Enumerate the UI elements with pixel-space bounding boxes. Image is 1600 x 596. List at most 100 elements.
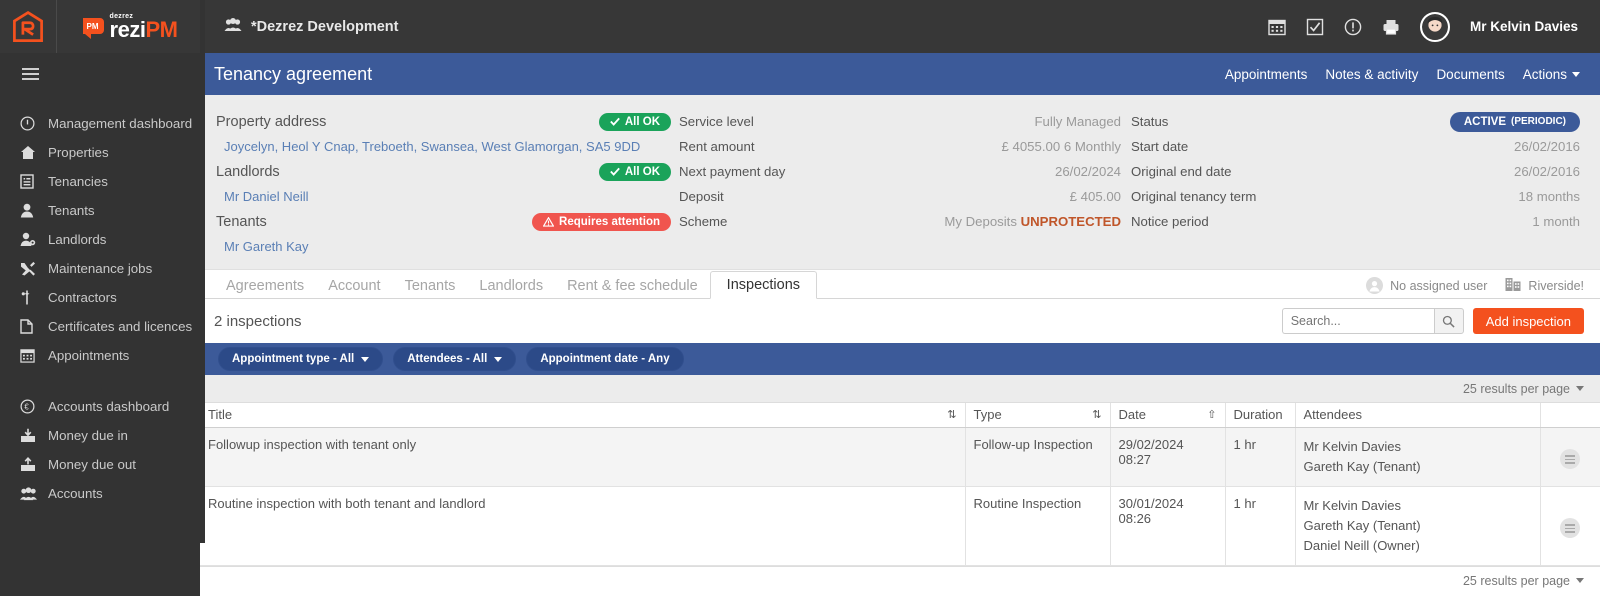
assigned-user[interactable]: No assigned user <box>1366 277 1487 294</box>
summary-column-status: Status ACTIVE (PERIODIC) Start date 26/02… <box>1121 109 1580 259</box>
service-level-label: Service level <box>679 114 754 129</box>
sidebar-item-appointments[interactable]: Appointments <box>0 341 200 370</box>
filter-attendees[interactable]: Attendees - All <box>393 347 517 371</box>
page-nav-notes-activity[interactable]: Notes & activity <box>1325 67 1418 82</box>
service-level-value: Fully Managed <box>1034 114 1122 129</box>
table-row[interactable]: Followup inspection with tenant only Fol… <box>200 427 1600 487</box>
filter-label: Attendees - All <box>407 353 488 365</box>
summary-column-financials: Service level Fully Managed Rent amount … <box>671 109 1121 259</box>
sidebar-item-label: Contractors <box>48 290 117 305</box>
results-per-page-bar-top: 25 results per page <box>200 375 1600 403</box>
row-menu-icon[interactable] <box>1560 449 1581 470</box>
search-input[interactable] <box>1281 308 1434 334</box>
brand-name-primary: rezi <box>109 16 146 42</box>
alert-icon[interactable] <box>1344 18 1362 36</box>
inspections-count: 2 inspections <box>214 312 302 330</box>
attendee: Mr Kelvin Davies <box>1303 439 1402 454</box>
results-per-page-label: 25 results per page <box>1462 381 1570 396</box>
euro-circle-icon: € <box>20 399 48 414</box>
sidebar-item-money-due-in[interactable]: Money due in <box>0 421 200 450</box>
page-nav-documents[interactable]: Documents <box>1436 67 1504 82</box>
sidebar-item-management-dashboard[interactable]: Management dashboard <box>0 109 200 138</box>
original-tenancy-term-row: Original tenancy term 18 months <box>1121 184 1580 209</box>
tab-rent-fee-schedule[interactable]: Rent & fee schedule <box>555 274 710 299</box>
cell-row-actions <box>1540 427 1600 487</box>
sidebar-item-landlords[interactable]: Landlords <box>0 225 200 254</box>
table-row[interactable]: Routine inspection with both tenant and … <box>200 486 1600 566</box>
landlords-status-badge: All OK <box>598 162 671 181</box>
row-menu-icon[interactable] <box>1560 518 1581 539</box>
person-gear-icon <box>20 232 48 247</box>
sidebar-item-properties[interactable]: Properties <box>0 138 200 167</box>
column-header-date[interactable]: Date ⇧ <box>1110 403 1226 428</box>
column-header-attendees[interactable]: Attendees <box>1295 403 1541 428</box>
add-inspection-button[interactable]: Add inspection <box>1472 308 1584 334</box>
sidebar-item-maintenance-jobs[interactable]: Maintenance jobs <box>0 254 200 283</box>
avatar[interactable] <box>1419 11 1450 42</box>
sidebar-item-money-due-out[interactable]: Money due out <box>0 450 200 479</box>
inbox-up-icon <box>20 457 48 472</box>
badge-text: All OK <box>624 115 660 128</box>
document-title: *Dezrez Development <box>251 18 399 35</box>
people-icon <box>20 486 48 501</box>
search-icon <box>1443 315 1455 328</box>
column-header-duration[interactable]: Duration <box>1225 403 1296 428</box>
sidebar-item-contractors[interactable]: Contractors <box>0 283 200 312</box>
landlord-link[interactable]: Mr Daniel Neill <box>216 189 309 204</box>
tab-landlords[interactable]: Landlords <box>467 274 555 299</box>
filter-appointment-date[interactable]: Appointment date - Any <box>526 347 684 371</box>
sidebar-item-label: Money due out <box>48 457 136 472</box>
chevron-down-icon <box>1576 578 1584 583</box>
filter-label: Appointment date - Any <box>540 353 670 365</box>
sidebar-item-accounts-dashboard[interactable]: € Accounts dashboard <box>0 392 200 421</box>
tab-account[interactable]: Account <box>316 274 392 299</box>
rezi-logo-icon <box>13 10 43 42</box>
attendee: Mr Kelvin Davies <box>1303 498 1402 513</box>
results-per-page-selector[interactable]: 25 results per page <box>1463 382 1584 396</box>
sidebar-group-primary: Management dashboard Properties Tenancie… <box>0 109 200 370</box>
checkbox-icon[interactable] <box>1306 18 1324 36</box>
tab-tenants[interactable]: Tenants <box>393 274 468 299</box>
results-per-page-bar-bottom: 25 results per page <box>200 566 1600 594</box>
sort-icon: ⇅ <box>1092 409 1102 421</box>
status-badge: ACTIVE (PERIODIC) <box>1449 111 1580 132</box>
branch[interactable]: Riverside! <box>1505 277 1584 294</box>
brand-logo[interactable]: PM dezrez reziPM <box>57 0 202 53</box>
top-bar: PM dezrez reziPM *Dezrez Development Mr … <box>0 0 1600 53</box>
summary-column-parties: Property address All OK Joycelyn, Heol Y… <box>216 109 671 259</box>
column-header-type[interactable]: Type ⇅ <box>965 403 1111 428</box>
sidebar-item-tenants[interactable]: Tenants <box>0 196 200 225</box>
sidebar-item-tenancies[interactable]: Tenancies <box>0 167 200 196</box>
property-address-link[interactable]: Joycelyn, Heol Y Cnap, Treboeth, Swansea… <box>216 139 640 154</box>
filter-appointment-type[interactable]: Appointment type - All <box>218 347 384 371</box>
pm-badge-icon: PM <box>81 15 107 41</box>
chevron-down-icon <box>361 356 370 362</box>
cell-attendees: Mr Kelvin Davies Gareth Kay (Tenant) <box>1295 427 1541 487</box>
sidebar-item-accounts[interactable]: Accounts <box>0 479 200 508</box>
calendar-icon[interactable] <box>1268 18 1286 36</box>
tab-agreements[interactable]: Agreements <box>214 274 316 299</box>
page-icon <box>20 319 48 334</box>
user-name[interactable]: Mr Kelvin Davies <box>1470 19 1578 34</box>
scheme-value: My Deposits UNPROTECTED <box>944 214 1121 229</box>
scheme-row: Scheme My Deposits UNPROTECTED <box>671 209 1121 234</box>
tenant-link[interactable]: Mr Gareth Kay <box>216 239 309 254</box>
sidebar-item-label: Properties <box>48 145 109 160</box>
column-label: Date <box>1118 407 1146 422</box>
page-nav-actions[interactable]: Actions <box>1523 67 1580 82</box>
sidebar-toggle[interactable] <box>0 53 200 95</box>
page-nav-appointments[interactable]: Appointments <box>1225 67 1308 82</box>
column-header-title[interactable]: Title ⇅ <box>200 403 966 428</box>
printer-icon[interactable] <box>1382 18 1400 36</box>
search-button[interactable] <box>1433 308 1464 334</box>
scheme-label: Scheme <box>679 214 728 229</box>
sidebar-item-certificates-and-licences[interactable]: Certificates and licences <box>0 312 200 341</box>
chevron-down-icon <box>1572 72 1580 78</box>
original-tenancy-term-label: Original tenancy term <box>1131 189 1257 204</box>
chevron-down-icon <box>1576 386 1584 391</box>
deposit-label: Deposit <box>679 189 724 204</box>
building-icon <box>1505 277 1521 294</box>
tab-inspections[interactable]: Inspections <box>709 271 818 299</box>
results-per-page-selector[interactable]: 25 results per page <box>1463 574 1584 588</box>
app-logo[interactable] <box>0 0 57 53</box>
